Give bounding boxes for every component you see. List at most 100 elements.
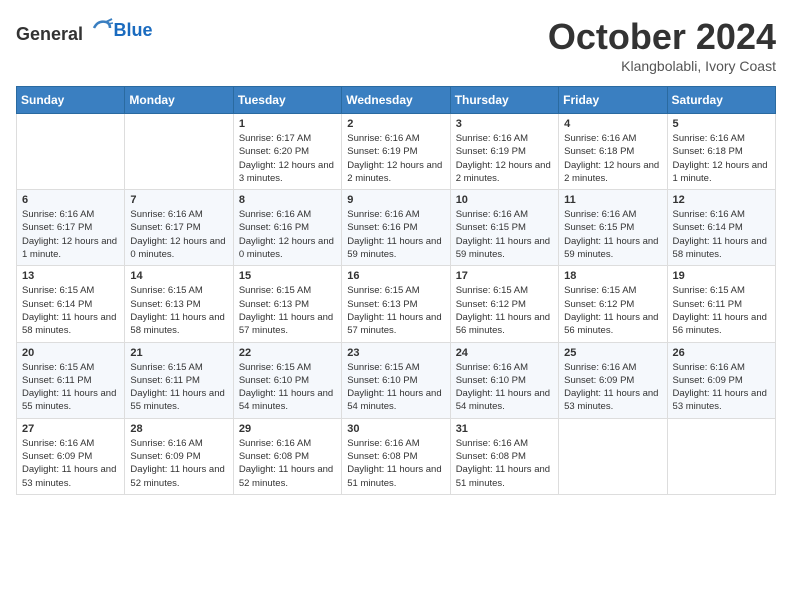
day-info: Sunrise: 6:16 AM Sunset: 6:09 PM Dayligh…: [673, 361, 770, 414]
day-number: 1: [239, 118, 336, 130]
calendar-cell: 21 Sunrise: 6:15 AM Sunset: 6:11 PM Dayli…: [125, 342, 233, 418]
day-info: Sunrise: 6:16 AM Sunset: 6:15 PM Dayligh…: [564, 208, 661, 261]
day-info: Sunrise: 6:16 AM Sunset: 6:08 PM Dayligh…: [456, 437, 553, 490]
calendar-cell: [17, 114, 125, 190]
calendar-cell: 27 Sunrise: 6:16 AM Sunset: 6:09 PM Dayli…: [17, 418, 125, 494]
calendar-week-row: 6 Sunrise: 6:16 AM Sunset: 6:17 PM Daylig…: [17, 190, 776, 266]
calendar-cell: 22Sunrise: 6:15 AM Sunset: 6:10 PM Dayli…: [233, 342, 341, 418]
calendar-cell: 10Sunrise: 6:16 AM Sunset: 6:15 PM Dayli…: [450, 190, 558, 266]
day-number: 28: [130, 423, 227, 435]
day-number: 11: [564, 194, 661, 206]
day-number: 4: [564, 118, 661, 130]
day-number: 20: [22, 347, 119, 359]
day-number: 30: [347, 423, 444, 435]
calendar-cell: 12 Sunrise: 6:16 AM Sunset: 6:14 PM Dayli…: [667, 190, 775, 266]
day-info: Sunrise: 6:15 AM Sunset: 6:11 PM Dayligh…: [130, 361, 227, 414]
logo: General Blue: [16, 16, 153, 45]
calendar-cell: 29Sunrise: 6:16 AM Sunset: 6:08 PM Dayli…: [233, 418, 341, 494]
weekday-header-cell: Tuesday: [233, 87, 341, 114]
calendar-cell: 13Sunrise: 6:15 AM Sunset: 6:14 PM Dayli…: [17, 266, 125, 342]
calendar-cell: 24Sunrise: 6:16 AM Sunset: 6:10 PM Dayli…: [450, 342, 558, 418]
day-number: 17: [456, 270, 553, 282]
day-number: 14: [130, 270, 227, 282]
day-info: Sunrise: 6:15 AM Sunset: 6:12 PM Dayligh…: [456, 284, 553, 337]
day-info: Sunrise: 6:15 AM Sunset: 6:13 PM Dayligh…: [347, 284, 444, 337]
weekday-header-cell: Wednesday: [342, 87, 450, 114]
day-number: 8: [239, 194, 336, 206]
day-number: 27: [22, 423, 119, 435]
calendar-cell: 2 Sunrise: 6:16 AM Sunset: 6:19 PM Daylig…: [342, 114, 450, 190]
calendar-cell: 1 Sunrise: 6:17 AM Sunset: 6:20 PM Daylig…: [233, 114, 341, 190]
calendar-cell: 18Sunrise: 6:15 AM Sunset: 6:12 PM Dayli…: [559, 266, 667, 342]
day-number: 21: [130, 347, 227, 359]
day-info: Sunrise: 6:17 AM Sunset: 6:20 PM Dayligh…: [239, 132, 336, 185]
weekday-header-cell: Friday: [559, 87, 667, 114]
day-number: 12: [673, 194, 770, 206]
day-info: Sunrise: 6:15 AM Sunset: 6:11 PM Dayligh…: [673, 284, 770, 337]
day-info: Sunrise: 6:16 AM Sunset: 6:14 PM Dayligh…: [673, 208, 770, 261]
calendar-cell: 20 Sunrise: 6:15 AM Sunset: 6:11 PM Dayli…: [17, 342, 125, 418]
calendar-cell: 16 Sunrise: 6:15 AM Sunset: 6:13 PM Dayli…: [342, 266, 450, 342]
location-subtitle: Klangbolabli, Ivory Coast: [548, 58, 776, 74]
calendar-cell: 30 Sunrise: 6:16 AM Sunset: 6:08 PM Dayli…: [342, 418, 450, 494]
calendar-table: SundayMondayTuesdayWednesdayThursdayFrid…: [16, 86, 776, 495]
calendar-cell: 6 Sunrise: 6:16 AM Sunset: 6:17 PM Daylig…: [17, 190, 125, 266]
title-area: October 2024 Klangbolabli, Ivory Coast: [548, 16, 776, 74]
day-number: 16: [347, 270, 444, 282]
day-number: 26: [673, 347, 770, 359]
calendar-cell: 9 Sunrise: 6:16 AM Sunset: 6:16 PM Daylig…: [342, 190, 450, 266]
calendar-cell: 28 Sunrise: 6:16 AM Sunset: 6:09 PM Dayli…: [125, 418, 233, 494]
day-info: Sunrise: 6:15 AM Sunset: 6:14 PM Dayligh…: [22, 284, 119, 337]
calendar-cell: 15Sunrise: 6:15 AM Sunset: 6:13 PM Dayli…: [233, 266, 341, 342]
day-info: Sunrise: 6:15 AM Sunset: 6:10 PM Dayligh…: [347, 361, 444, 414]
day-info: Sunrise: 6:16 AM Sunset: 6:17 PM Dayligh…: [130, 208, 227, 261]
month-title: October 2024: [548, 16, 776, 58]
calendar-cell: 7Sunrise: 6:16 AM Sunset: 6:17 PM Daylig…: [125, 190, 233, 266]
day-number: 31: [456, 423, 553, 435]
calendar-week-row: 13Sunrise: 6:15 AM Sunset: 6:14 PM Dayli…: [17, 266, 776, 342]
weekday-header-cell: Sunday: [17, 87, 125, 114]
calendar-cell: 23Sunrise: 6:15 AM Sunset: 6:10 PM Dayli…: [342, 342, 450, 418]
day-info: Sunrise: 6:15 AM Sunset: 6:12 PM Dayligh…: [564, 284, 661, 337]
day-number: 3: [456, 118, 553, 130]
day-info: Sunrise: 6:16 AM Sunset: 6:10 PM Dayligh…: [456, 361, 553, 414]
logo-blue-text: Blue: [114, 20, 153, 41]
day-number: 25: [564, 347, 661, 359]
calendar-week-row: 1 Sunrise: 6:17 AM Sunset: 6:20 PM Daylig…: [17, 114, 776, 190]
day-number: 2: [347, 118, 444, 130]
day-info: Sunrise: 6:16 AM Sunset: 6:09 PM Dayligh…: [130, 437, 227, 490]
day-info: Sunrise: 6:16 AM Sunset: 6:16 PM Dayligh…: [239, 208, 336, 261]
calendar-cell: 4Sunrise: 6:16 AM Sunset: 6:18 PM Daylig…: [559, 114, 667, 190]
day-info: Sunrise: 6:16 AM Sunset: 6:08 PM Dayligh…: [347, 437, 444, 490]
calendar-week-row: 27 Sunrise: 6:16 AM Sunset: 6:09 PM Dayli…: [17, 418, 776, 494]
calendar-body: 1 Sunrise: 6:17 AM Sunset: 6:20 PM Daylig…: [17, 114, 776, 495]
calendar-cell: 25 Sunrise: 6:16 AM Sunset: 6:09 PM Dayli…: [559, 342, 667, 418]
day-number: 22: [239, 347, 336, 359]
calendar-cell: [125, 114, 233, 190]
calendar-cell: 5Sunrise: 6:16 AM Sunset: 6:18 PM Daylig…: [667, 114, 775, 190]
weekday-header-cell: Monday: [125, 87, 233, 114]
logo-icon: [90, 16, 114, 40]
day-number: 10: [456, 194, 553, 206]
calendar-cell: 11 Sunrise: 6:16 AM Sunset: 6:15 PM Dayli…: [559, 190, 667, 266]
calendar-cell: 8 Sunrise: 6:16 AM Sunset: 6:16 PM Daylig…: [233, 190, 341, 266]
day-info: Sunrise: 6:16 AM Sunset: 6:19 PM Dayligh…: [347, 132, 444, 185]
day-info: Sunrise: 6:15 AM Sunset: 6:11 PM Dayligh…: [22, 361, 119, 414]
day-number: 19: [673, 270, 770, 282]
calendar-cell: 26 Sunrise: 6:16 AM Sunset: 6:09 PM Dayli…: [667, 342, 775, 418]
day-number: 5: [673, 118, 770, 130]
calendar-cell: 31 Sunrise: 6:16 AM Sunset: 6:08 PM Dayli…: [450, 418, 558, 494]
weekday-header-cell: Thursday: [450, 87, 558, 114]
day-info: Sunrise: 6:15 AM Sunset: 6:13 PM Dayligh…: [130, 284, 227, 337]
day-info: Sunrise: 6:16 AM Sunset: 6:19 PM Dayligh…: [456, 132, 553, 185]
weekday-header-row: SundayMondayTuesdayWednesdayThursdayFrid…: [17, 87, 776, 114]
calendar-cell: 19 Sunrise: 6:15 AM Sunset: 6:11 PM Dayli…: [667, 266, 775, 342]
day-info: Sunrise: 6:16 AM Sunset: 6:09 PM Dayligh…: [22, 437, 119, 490]
header: General Blue October 2024 Klangbolabli, …: [16, 16, 776, 74]
day-number: 9: [347, 194, 444, 206]
day-number: 6: [22, 194, 119, 206]
day-number: 29: [239, 423, 336, 435]
day-info: Sunrise: 6:16 AM Sunset: 6:16 PM Dayligh…: [347, 208, 444, 261]
day-info: Sunrise: 6:16 AM Sunset: 6:17 PM Dayligh…: [22, 208, 119, 261]
day-info: Sunrise: 6:16 AM Sunset: 6:09 PM Dayligh…: [564, 361, 661, 414]
